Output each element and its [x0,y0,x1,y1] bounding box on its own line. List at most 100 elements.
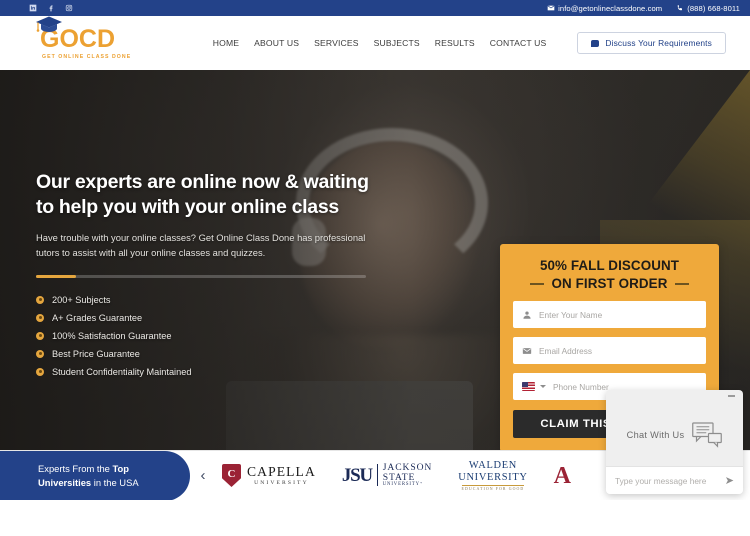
nav-item-about-us[interactable]: ABOUT US [254,38,299,48]
bullet-icon [36,367,44,376]
minimize-icon[interactable] [728,395,735,397]
nav-item-contact-us[interactable]: CONTACT US [490,38,547,48]
banner-bold-universities: Universities [38,476,92,488]
send-icon[interactable]: ➤ [725,474,734,487]
email-input-placeholder: Email Address [539,345,593,356]
email-contact[interactable]: info@getonlineclassdone.com [547,4,662,13]
phone-contact[interactable]: (888) 668-8011 [676,4,740,13]
name-input-placeholder: Enter Your Name [539,309,603,320]
list-item: 200+ Subjects [36,295,386,305]
logo-walden-university[interactable]: WALDEN UNIVERSITY EDUCATION FOR GOOD [458,460,527,490]
hero-divider [36,274,366,278]
hero-title-line2: to help you with your online class [36,195,339,218]
envelope-icon [522,347,532,354]
capella-line2: UNIVERSITY [254,480,309,487]
name-field[interactable]: Enter Your Name [513,301,706,329]
list-item: Best Price Guarantee [36,349,386,359]
email-text: info@getonlineclassdone.com [558,3,663,13]
capella-shield-icon: C [222,464,241,487]
jsu-line3: UNIVERSITY⁺ [382,481,424,487]
logo-capella-university[interactable]: C CAPELLA UNIVERSITY [222,464,316,487]
hero-copy: Our experts are online now & waiting to … [36,170,386,377]
discuss-requirements-button[interactable]: Discuss Your Requirements [577,32,726,54]
list-item: A+ Grades Guarantee [36,313,386,323]
bullet-icon [36,349,44,358]
hero-title: Our experts are online now & waiting to … [36,170,386,219]
walden-line3: EDUCATION FOR GOOD [461,486,525,491]
capella-mark: C [227,468,236,480]
chevron-down-icon[interactable] [540,385,546,389]
walden-line1: WALDEN [468,460,517,472]
user-icon [523,311,531,319]
nav-item-results[interactable]: RESULTS [435,38,475,48]
logo-partial-next[interactable]: A [554,464,571,488]
capella-line1: CAPELLA [247,463,316,479]
logo-jackson-state-university[interactable]: JSU JACKSON STATE UNIVERSITY⁺ [342,463,432,487]
jsu-monogram: JSU [341,464,373,486]
discount-headline-line2-row: ON FIRST ORDER [513,275,706,293]
chat-widget-body: Chat With Us [606,404,743,466]
phone-text: (888) 668-8011 [687,3,740,13]
banner-bold-top: Top [112,463,129,475]
hero-feature-list: 200+ Subjects A+ Grades Guarantee 100% S… [36,295,386,377]
decorative-dash-right [675,282,690,285]
carousel-prev-button[interactable]: ‹ [192,467,214,484]
feature-label: A+ Grades Guarantee [52,312,143,323]
bullet-icon [36,331,44,340]
contact-info: info@getonlineclassdone.com (888) 668-80… [547,4,740,13]
feature-label: 200+ Subjects [52,294,111,305]
bullet-icon [36,295,44,304]
nav-item-subjects[interactable]: SUBJECTS [374,38,420,48]
capella-wordmark: CAPELLA UNIVERSITY [247,465,316,487]
social-links [28,4,73,13]
email-field[interactable]: Email Address [513,337,706,365]
jsu-divider [376,464,378,487]
phone-input-placeholder: Phone Number [553,381,609,392]
discuss-requirements-label: Discuss Your Requirements [605,38,712,48]
bullet-icon [36,313,44,322]
hero-title-line1: Our experts are online now & waiting [36,171,369,193]
walden-rule [461,484,524,486]
chat-widget: Chat With Us Type your message here ➤ [606,390,743,494]
graduation-cap-icon [34,14,64,41]
chat-title: Chat With Us [626,430,685,440]
discount-headline-line1: 50% FALL DISCOUNT [539,258,680,273]
hero-subtitle: Have trouble with your online classes? G… [36,232,366,259]
hero-section: Our experts are online now & waiting to … [0,70,750,500]
feature-label: 100% Satisfaction Guarantee [52,330,172,341]
chat-bubbles-icon [692,422,723,448]
nav-item-services[interactable]: SERVICES [314,38,359,48]
phone-icon [677,5,683,11]
banner-suffix: in the USA [91,476,139,488]
main-nav: HOME ABOUT US SERVICES SUBJECTS RESULTS … [213,32,726,54]
decorative-dash-left [529,282,544,285]
universities-banner-text: Experts From the Top Universities in the… [38,462,139,489]
mail-icon [547,5,555,11]
facebook-icon[interactable] [46,4,55,13]
feature-label: Best Price Guarantee [52,348,140,359]
linkedin-icon[interactable] [28,4,37,13]
chat-bubble-icon [591,39,600,47]
discount-headline: 50% FALL DISCOUNT ON FIRST ORDER [513,257,706,292]
page-root: info@getonlineclassdone.com (888) 668-80… [0,0,750,536]
hero-divider-accent [36,274,76,278]
nav-item-home[interactable]: HOME [213,38,239,48]
logo-tagline: GET ONLINE CLASS DONE [42,53,132,60]
discount-headline-line2: ON FIRST ORDER [551,275,668,291]
universities-banner: Experts From the Top Universities in the… [0,450,190,500]
list-item: 100% Satisfaction Guarantee [36,331,386,341]
chat-input-placeholder: Type your message here [615,475,707,486]
top-utility-bar: info@getonlineclassdone.com (888) 668-80… [0,0,750,16]
walden-line2: UNIVERSITY [458,471,528,483]
site-header: GOCD GET ONLINE CLASS DONE HOME ABOUT US… [0,16,750,70]
banner-prefix: Experts From the [38,463,113,475]
chat-minimize-bar[interactable] [606,390,743,404]
instagram-icon[interactable] [64,4,73,13]
site-logo[interactable]: GOCD GET ONLINE CLASS DONE [30,16,150,60]
us-flag-icon[interactable] [522,382,535,392]
feature-label: Student Confidentiality Maintained [52,366,192,377]
logo-wordmark-row: GOCD [30,16,115,52]
chat-message-input[interactable]: Type your message here ➤ [606,466,743,494]
jsu-wordmark: JACKSON STATE UNIVERSITY⁺ [383,463,432,487]
list-item: Student Confidentiality Maintained [36,367,386,377]
